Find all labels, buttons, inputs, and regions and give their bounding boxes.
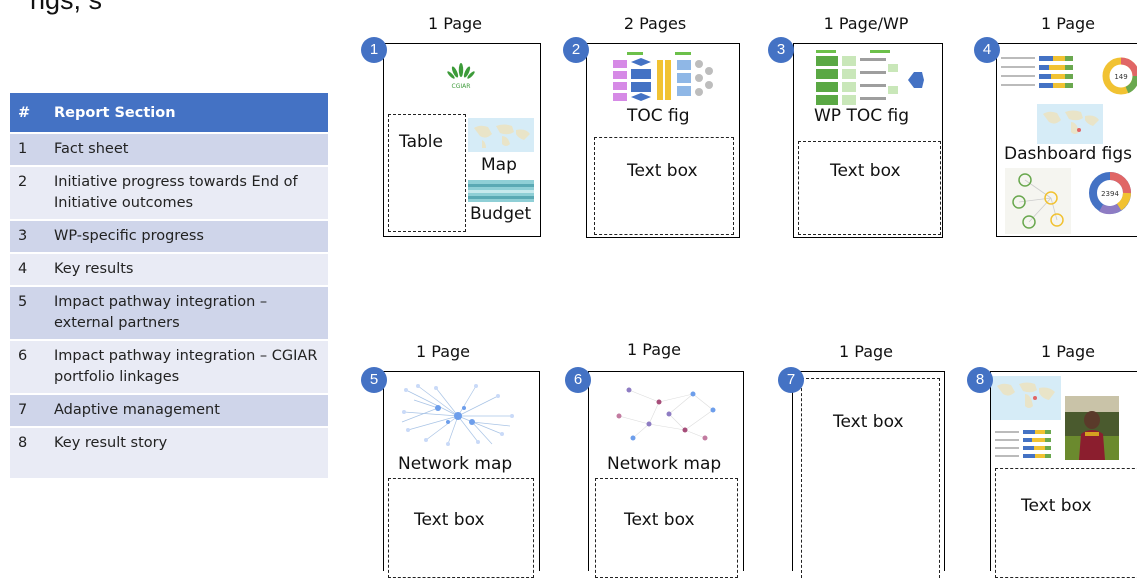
page-8-count-label: 1 Page — [1041, 342, 1095, 361]
page-1-thumbnail: CGIAR Table Map Budget — [383, 43, 541, 237]
text-box-placeholder — [594, 137, 734, 235]
toc-figure-image — [613, 52, 713, 101]
page-7-number-badge: 7 — [778, 367, 804, 393]
world-map-image — [468, 118, 534, 152]
row-number: 6 — [10, 340, 46, 394]
row-section: Key result story — [46, 427, 328, 479]
page-6-count-label: 1 Page — [627, 340, 681, 359]
network-map-label: Network map — [607, 454, 722, 474]
text-box-placeholder — [995, 468, 1137, 578]
table-row: 1 Fact sheet — [10, 133, 328, 166]
story-photo-image — [1065, 396, 1119, 460]
network-map-image — [401, 384, 514, 446]
table-row: 2 Initiative progress towards End of Init… — [10, 166, 328, 220]
page-5-thumbnail: Network map Text box — [383, 371, 540, 578]
page-3-number-badge: 3 — [768, 37, 794, 63]
table-row: 6 Impact pathway integration – CGIAR port… — [10, 340, 328, 394]
network-map-image — [616, 387, 716, 441]
row-section: WP-specific progress — [46, 220, 328, 253]
page-5-number-badge: 5 — [361, 367, 387, 393]
page-1-count-label: 1 Page — [428, 14, 482, 33]
column-header-section: Report Section — [46, 93, 328, 133]
page-2-thumbnail: TOC fig Text box — [586, 43, 740, 238]
text-box-label: Text box — [414, 510, 485, 530]
network-figure-image — [1005, 168, 1071, 234]
page-2-number-badge: 2 — [563, 37, 589, 63]
page-8-number-badge: 8 — [967, 367, 993, 393]
row-number: 7 — [10, 394, 46, 427]
page-5-count-label: 1 Page — [416, 342, 470, 361]
row-number: 5 — [10, 286, 46, 340]
stacked-bar-figure-image — [995, 430, 1051, 458]
text-box-label: Text box — [627, 161, 698, 181]
text-box-placeholder — [801, 378, 940, 578]
column-header-number: # — [10, 93, 46, 133]
world-map-image — [991, 376, 1061, 420]
row-section: Adaptive management — [46, 394, 328, 427]
row-number: 3 — [10, 220, 46, 253]
page-4-number-badge: 4 — [974, 37, 1000, 63]
row-number: 8 — [10, 427, 46, 479]
table-header-row: # Report Section — [10, 93, 328, 133]
cgiar-logo-text: CGIAR — [452, 83, 471, 90]
text-box-label: Text box — [830, 161, 901, 181]
row-section: Impact pathway integration – external pa… — [46, 286, 328, 340]
page-6-number-badge: 6 — [565, 367, 591, 393]
report-section-table: # Report Section 1 Fact sheet 2 Initiative… — [10, 93, 328, 480]
text-box-label: Text box — [624, 510, 695, 530]
table-row: 5 Impact pathway integration – external p… — [10, 286, 328, 340]
row-number: 4 — [10, 253, 46, 286]
cgiar-logo-icon: CGIAR — [447, 63, 475, 90]
donut-chart-2394: 2394 — [1089, 172, 1131, 215]
row-section: Impact pathway integration – CGIAR portf… — [46, 340, 328, 394]
table-row: 7 Adaptive management — [10, 394, 328, 427]
wp-toc-fig-label: WP TOC fig — [814, 106, 910, 126]
page-3-count-label: 1 Page/WP — [823, 14, 909, 33]
row-section: Initiative progress towards End of Initi… — [46, 166, 328, 220]
donut-149-value: 149 — [1114, 73, 1127, 81]
map-label: Map — [481, 155, 517, 175]
stacked-bar-figure-image — [1001, 56, 1073, 88]
page-7-thumbnail: Text box — [792, 371, 945, 578]
row-number: 1 — [10, 133, 46, 166]
donut-2394-value: 2394 — [1101, 190, 1119, 198]
page-6-thumbnail: Network map Text box — [588, 371, 744, 578]
page-2-count-label: 2 Pages — [623, 14, 687, 33]
wp-toc-figure-image — [816, 50, 924, 105]
cut-off-heading-text: ngs, s — [30, 0, 103, 15]
budget-chart-image — [468, 180, 534, 202]
text-box-label: Text box — [1021, 496, 1092, 516]
network-map-label: Network map — [398, 454, 513, 474]
world-map-image — [1037, 104, 1103, 144]
page-7-count-label: 1 Page — [839, 342, 893, 361]
table-row: 4 Key results — [10, 253, 328, 286]
row-section: Fact sheet — [46, 133, 328, 166]
text-box-placeholder — [798, 141, 941, 235]
dashboard-figs-label: Dashboard figs — [1004, 144, 1132, 164]
donut-chart-149: 149 — [1102, 57, 1137, 95]
row-number: 2 — [10, 166, 46, 220]
toc-fig-label: TOC fig — [627, 106, 690, 126]
table-label: Table — [399, 132, 443, 152]
page-1-number-badge: 1 — [361, 37, 387, 63]
page-3-thumbnail: WP TOC fig Text box — [793, 43, 943, 238]
page-4-count-label: 1 Page — [1041, 14, 1095, 33]
budget-label: Budget — [470, 204, 532, 224]
table-row: 3 WP-specific progress — [10, 220, 328, 253]
page-8-thumbnail: Text box — [990, 371, 1137, 578]
row-section: Key results — [46, 253, 328, 286]
text-box-label: Text box — [833, 412, 904, 432]
table-row: 8 Key result story — [10, 427, 328, 479]
page-4-thumbnail: 149 Dashboard figs 2394 — [996, 43, 1137, 237]
